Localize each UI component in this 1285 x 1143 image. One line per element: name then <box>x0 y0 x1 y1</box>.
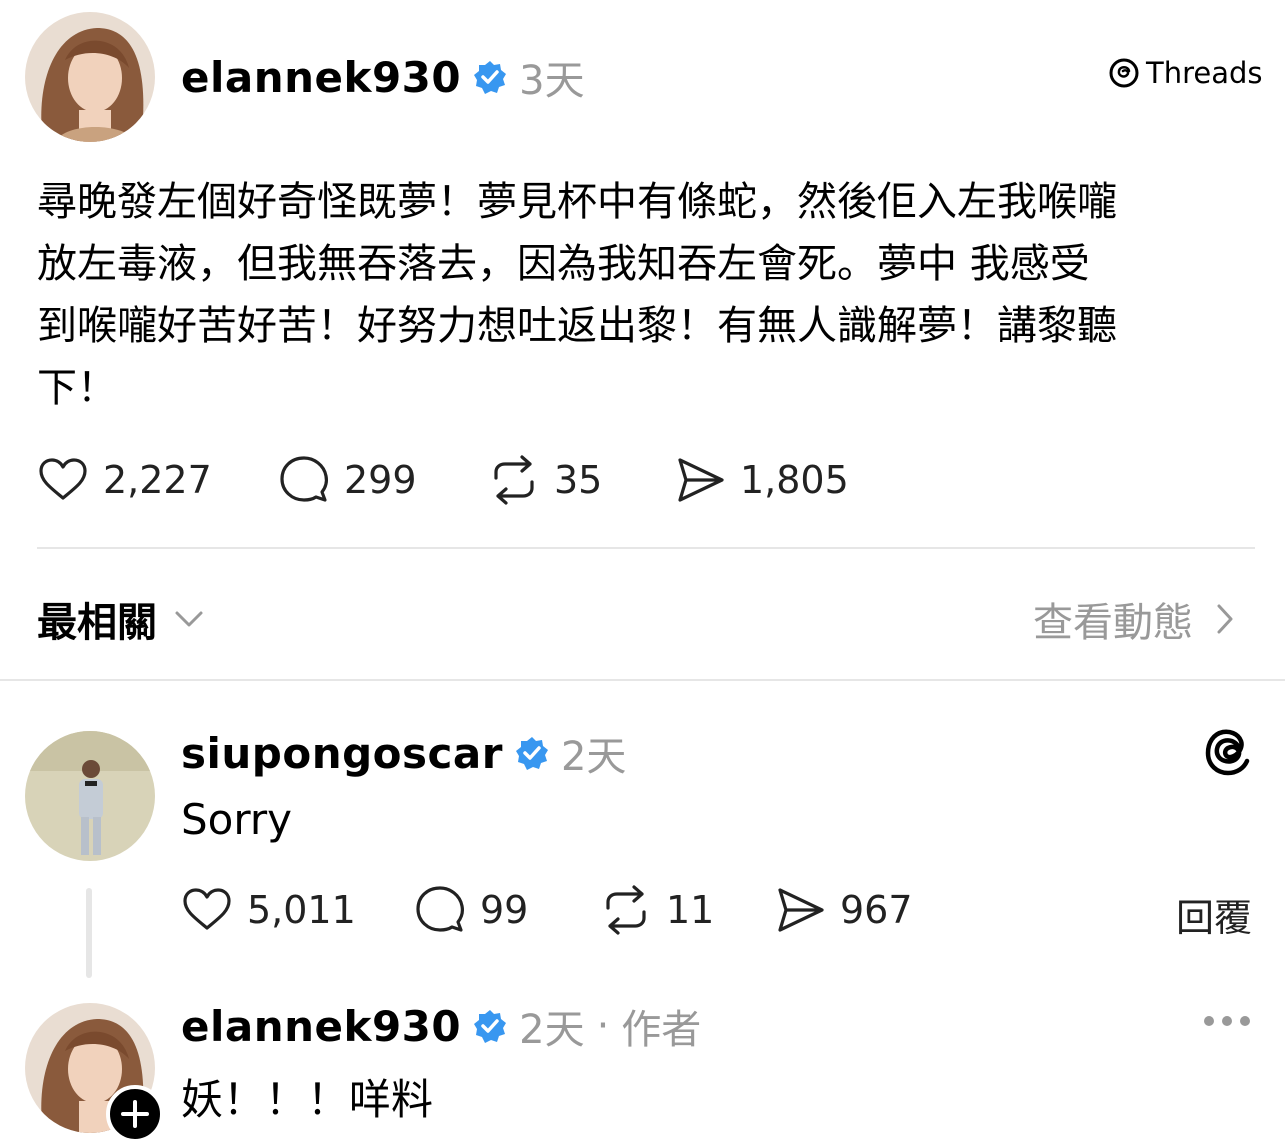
repost-count: 35 <box>554 458 603 502</box>
share-count: 1,805 <box>740 458 849 502</box>
share-button[interactable]: 1,805 <box>674 454 849 506</box>
repost-icon <box>606 885 646 935</box>
view-activity-link[interactable]: 查看動態 <box>1033 590 1237 648</box>
repost-button[interactable]: 35 <box>488 454 602 506</box>
verified-badge-icon <box>474 61 507 94</box>
thread-line <box>86 888 92 978</box>
verified-badge-icon <box>474 1010 507 1043</box>
threads-logo-icon <box>1109 58 1139 88</box>
comment-button[interactable]: 299 <box>278 454 417 506</box>
sort-dropdown[interactable]: 最相關 <box>37 590 205 648</box>
username[interactable]: elannek930 <box>181 53 461 102</box>
repost-count: 11 <box>666 888 715 932</box>
chevron-right-icon <box>1217 604 1233 634</box>
post-text: 尋晚發左個好奇怪既夢！夢見杯中有條蛇，然後佢入左我喉嚨 放左毒液，但我無吞落去，… <box>37 171 1262 419</box>
post-time: 3天 <box>519 58 585 104</box>
separator: · <box>596 1003 610 1049</box>
reply-time: 2天 <box>519 1007 585 1053</box>
reply-time: 2天 <box>560 734 627 780</box>
username[interactable]: elannek930 <box>181 1002 461 1051</box>
share-button[interactable]: 967 <box>774 884 913 936</box>
heart-icon <box>183 888 231 930</box>
comment-count: 299 <box>344 458 417 502</box>
divider <box>37 547 1255 549</box>
comment-icon <box>280 456 328 502</box>
reply-text: Sorry <box>181 795 293 844</box>
threads-source-link[interactable]: Threads <box>1108 56 1263 90</box>
heart-icon <box>39 458 87 500</box>
threads-label: Threads <box>1146 56 1263 90</box>
verified-badge-icon <box>515 737 548 770</box>
more-options-icon[interactable] <box>1202 1014 1252 1028</box>
post-text-line: 到喉嚨好苦好苦！好努力想吐返出黎！有無人識解夢！講黎聽 <box>37 303 1117 349</box>
comment-icon <box>416 886 464 932</box>
avatar[interactable] <box>25 731 155 861</box>
post-text-line: 放左毒液，但我無吞落去，因為我知吞左會死。夢中 我感受 <box>37 241 1090 287</box>
like-count: 5,011 <box>247 888 356 932</box>
reply-button[interactable]: 回覆 <box>1176 887 1252 942</box>
view-activity-label: 查看動態 <box>1033 600 1193 646</box>
username[interactable]: siupongoscar <box>181 729 503 778</box>
like-button[interactable]: 5,011 <box>181 884 356 936</box>
comment-button[interactable]: 99 <box>414 884 528 936</box>
threads-logo-icon[interactable] <box>1203 727 1253 777</box>
like-button[interactable]: 2,227 <box>37 454 212 506</box>
post-text-line: 下！ <box>37 365 117 411</box>
post-text-line: 尋晚發左個好奇怪既夢！夢見杯中有條蛇，然後佢入左我喉嚨 <box>37 179 1117 225</box>
like-count: 2,227 <box>103 458 212 502</box>
sort-label: 最相關 <box>37 600 157 646</box>
send-icon <box>778 888 824 932</box>
plus-icon <box>121 1100 149 1128</box>
reply-text: 妖！！！咩料 <box>181 1075 434 1124</box>
divider <box>0 679 1285 681</box>
follow-button[interactable] <box>106 1085 164 1143</box>
share-count: 967 <box>840 888 913 932</box>
chevron-down-icon <box>175 611 203 627</box>
avatar[interactable] <box>25 12 155 142</box>
comment-count: 99 <box>480 888 529 932</box>
repost-button[interactable]: 11 <box>600 884 714 936</box>
repost-icon <box>494 455 534 505</box>
author-label: 作者 <box>621 1007 702 1053</box>
send-icon <box>678 458 724 502</box>
